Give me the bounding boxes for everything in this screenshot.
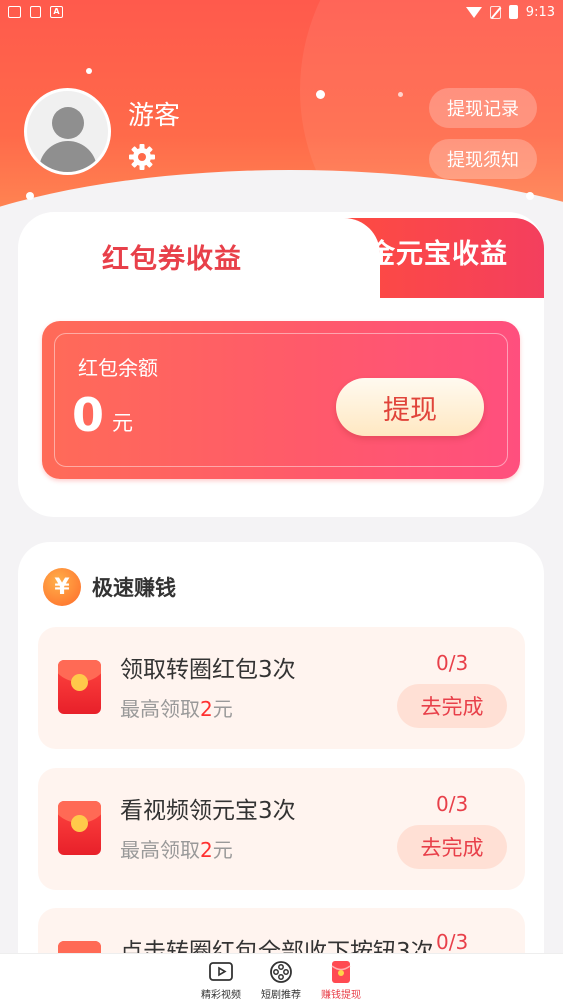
tab-gold-ingot-earnings[interactable]: 金元宝收益 <box>368 232 508 271</box>
username: 游客 <box>128 101 181 131</box>
a-icon: A <box>50 6 63 18</box>
battery-icon <box>508 5 518 19</box>
sparkle-dot <box>26 192 34 200</box>
withdraw-notice-button[interactable]: 提现须知 <box>429 139 537 179</box>
wifi-icon <box>465 6 482 18</box>
sparkle-dot <box>526 192 534 200</box>
nav-label: 短剧推荐 <box>261 990 301 1000</box>
task-title: 领取转圈红包3次 <box>120 657 296 683</box>
red-envelope-icon <box>58 660 101 714</box>
yen-coin-icon: ¥ <box>43 568 81 606</box>
notification-icon <box>8 6 21 18</box>
task-item: 领取转圈红包3次 最高领取2元 0/3 去完成 <box>38 627 525 749</box>
no-sim-icon <box>489 5 501 19</box>
video-icon <box>209 962 233 981</box>
nav-label: 赚钱提现 <box>321 990 361 1000</box>
lock-icon <box>30 6 41 18</box>
status-bar: A 9:13 <box>0 0 563 24</box>
nav-item-earn-withdraw[interactable]: 赚钱提现 <box>311 954 371 1000</box>
nav-label: 精彩视频 <box>201 990 241 1000</box>
withdraw-record-button[interactable]: 提现记录 <box>429 88 537 128</box>
sparkle-dot <box>316 90 325 99</box>
task-progress: 0/3 <box>436 930 469 954</box>
red-envelope-icon <box>331 961 351 983</box>
red-envelope-icon <box>58 801 101 855</box>
section-title: 极速赚钱 <box>92 576 176 600</box>
task-subtitle: 最高领取2元 <box>120 838 233 862</box>
task-subtitle: 最高领取2元 <box>120 697 233 721</box>
balance-unit: 元 <box>112 411 133 435</box>
tab-red-packet-earnings[interactable]: 红包券收益 <box>102 237 242 276</box>
bottom-navigation: 精彩视频 短剧推荐 赚钱提现 <box>0 953 563 1000</box>
task-progress: 0/3 <box>436 792 469 816</box>
task-progress: 0/3 <box>436 651 469 675</box>
go-complete-button[interactable]: 去完成 <box>397 684 507 728</box>
gear-icon[interactable] <box>128 143 156 171</box>
nav-item-short-drama[interactable]: 短剧推荐 <box>251 954 311 1000</box>
balance-amount: 0 <box>72 388 105 442</box>
balance-label: 红包余额 <box>78 356 158 380</box>
withdraw-button[interactable]: 提现 <box>336 378 484 436</box>
sparkle-dot <box>398 92 403 97</box>
status-time: 9:13 <box>525 4 555 20</box>
nav-item-videos[interactable]: 精彩视频 <box>191 954 251 1000</box>
film-reel-icon <box>270 961 292 983</box>
go-complete-button[interactable]: 去完成 <box>397 825 507 869</box>
sparkle-dot <box>86 68 92 74</box>
avatar[interactable] <box>24 88 111 175</box>
task-item: 看视频领元宝3次 最高领取2元 0/3 去完成 <box>38 768 525 890</box>
task-title: 看视频领元宝3次 <box>120 798 296 824</box>
